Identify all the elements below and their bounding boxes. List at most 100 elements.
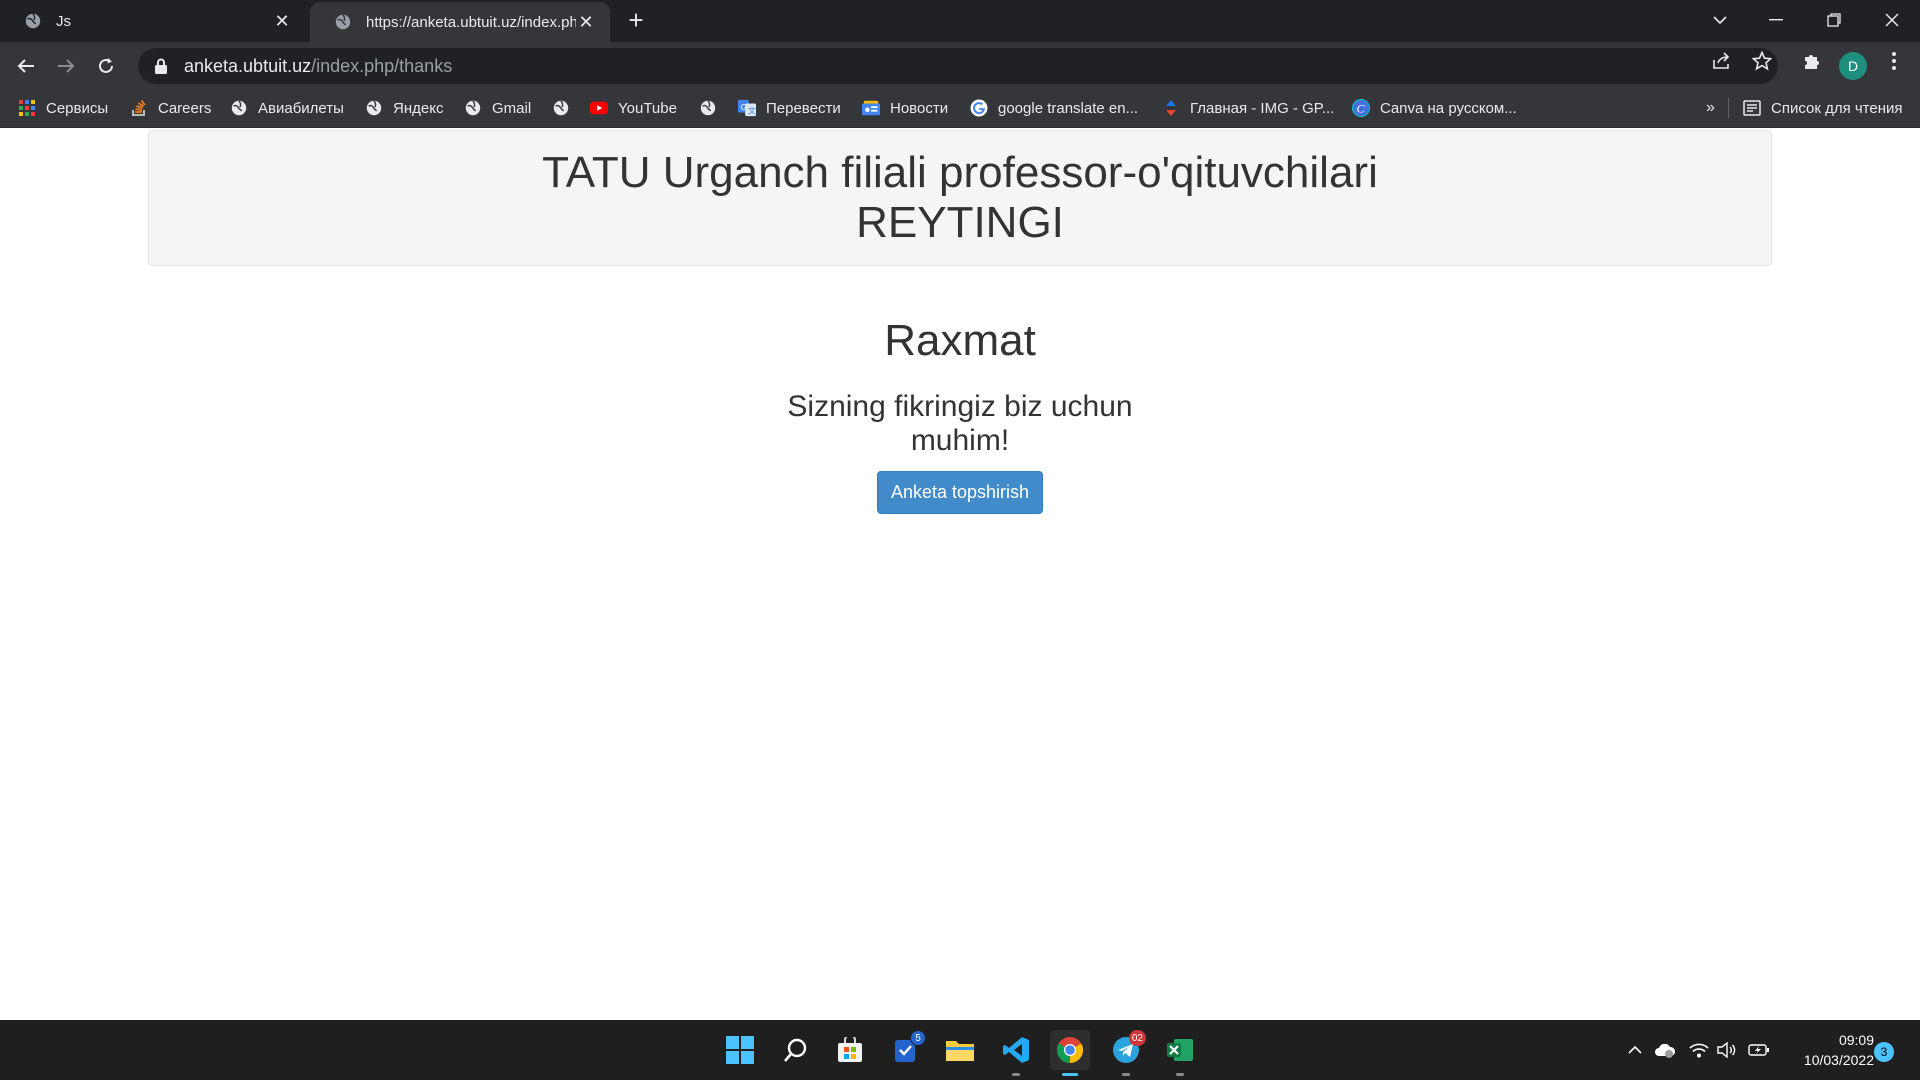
bookmark-label: Canva на русском... bbox=[1380, 99, 1517, 117]
more-menu-icon[interactable] bbox=[1884, 51, 1904, 71]
taskbar-search-button[interactable] bbox=[776, 1030, 816, 1070]
extensions-puzzle-icon[interactable] bbox=[1802, 51, 1822, 71]
battery-icon[interactable] bbox=[1748, 1040, 1770, 1060]
notification-count-badge[interactable]: 3 bbox=[1874, 1042, 1894, 1062]
bookmark-label: Яндекс bbox=[393, 99, 444, 117]
bookmark-novosti[interactable]: Новости bbox=[862, 90, 948, 126]
close-window-button[interactable] bbox=[1864, 0, 1920, 40]
windows-start-icon bbox=[726, 1036, 754, 1064]
google-translate-icon: G文 bbox=[738, 99, 756, 117]
taskbar-telegram[interactable]: 02 bbox=[1106, 1030, 1146, 1076]
new-tab-button[interactable]: + bbox=[622, 5, 650, 35]
thanks-title: Raxmat bbox=[884, 316, 1036, 365]
header-jumbotron: TATU Urganch filiali professor-o'qituvch… bbox=[148, 130, 1772, 266]
thanks-message: Sizning fikringiz biz uchun muhim! bbox=[787, 390, 1133, 457]
bookmark-yandex[interactable]: Яндекс bbox=[365, 90, 443, 126]
close-tab-icon[interactable]: ✕ bbox=[576, 12, 596, 32]
tab-title: Js bbox=[56, 12, 71, 30]
profile-avatar[interactable]: D bbox=[1839, 52, 1867, 80]
globe-icon bbox=[335, 14, 351, 30]
restore-button[interactable] bbox=[1806, 0, 1862, 40]
svg-text:C: C bbox=[1357, 102, 1366, 116]
bookmark-label: YouTube bbox=[618, 99, 677, 117]
running-indicator bbox=[1122, 1073, 1130, 1076]
tray-overflow-chevron-icon[interactable] bbox=[1624, 1040, 1646, 1060]
bookmark-label: Gmail bbox=[492, 99, 532, 117]
taskbar-todo[interactable]: 5 bbox=[886, 1030, 926, 1070]
close-tab-icon[interactable]: ✕ bbox=[272, 11, 292, 31]
header-title-line2: REYTINGI bbox=[856, 198, 1064, 247]
todo-badge: 5 bbox=[910, 1030, 926, 1046]
bookmark-label: google translate en... bbox=[998, 99, 1139, 117]
minimize-button[interactable] bbox=[1748, 0, 1804, 40]
page-content: TATU Urganch filiali professor-o'qituvch… bbox=[0, 128, 1920, 1020]
share-icon[interactable] bbox=[1712, 51, 1732, 71]
taskbar-store[interactable] bbox=[830, 1030, 870, 1070]
wifi-icon[interactable] bbox=[1688, 1040, 1710, 1060]
bookmark-label: Новости bbox=[890, 99, 949, 117]
tab-js[interactable]: Js ✕ bbox=[0, 0, 306, 42]
address-url: anketa.ubtuit.uz/index.php/thanks bbox=[184, 56, 452, 77]
chrome-icon bbox=[1056, 1037, 1084, 1064]
taskbar-vscode[interactable] bbox=[996, 1030, 1036, 1076]
bookmark-label: Сервисы bbox=[46, 99, 109, 117]
address-bar[interactable]: anketa.ubtuit.uz/index.php/thanks bbox=[138, 48, 1778, 84]
lock-icon bbox=[155, 58, 167, 74]
arrows-icon bbox=[1162, 99, 1180, 117]
start-button[interactable] bbox=[720, 1030, 760, 1070]
google-icon bbox=[970, 99, 988, 117]
bookmark-unnamed-1[interactable] bbox=[552, 90, 580, 126]
bookmark-gmail[interactable]: Gmail bbox=[464, 90, 531, 126]
globe-icon bbox=[552, 99, 570, 117]
globe-icon bbox=[25, 13, 41, 29]
google-news-icon bbox=[862, 99, 880, 117]
bookmark-perevesti[interactable]: G文 Перевести bbox=[738, 90, 841, 126]
telegram-badge: 02 bbox=[1128, 1030, 1146, 1046]
taskbar-excel[interactable] bbox=[1160, 1030, 1200, 1076]
submit-survey-button[interactable]: Anketa topshirish bbox=[877, 471, 1043, 514]
bookmark-google-translate[interactable]: google translate en... bbox=[970, 90, 1138, 126]
bookmarks-bar: Сервисы Careers Авиабилеты Яндекс Gmail … bbox=[0, 90, 1920, 128]
clock-time: 09:09 bbox=[1838, 1032, 1874, 1048]
taskbar-file-explorer[interactable] bbox=[940, 1030, 980, 1070]
store-icon bbox=[838, 1037, 862, 1062]
clock-date: 10/03/2022 bbox=[1803, 1052, 1874, 1068]
stackoverflow-icon bbox=[130, 99, 148, 117]
canva-icon: C bbox=[1352, 99, 1370, 117]
running-indicator bbox=[1012, 1073, 1020, 1076]
bookmark-star-icon[interactable] bbox=[1752, 51, 1772, 71]
bookmark-aviabilety[interactable]: Авиабилеты bbox=[230, 90, 344, 126]
bookmark-glavnaya-img[interactable]: Главная - IMG - GP... bbox=[1162, 90, 1334, 126]
globe-icon bbox=[464, 99, 482, 117]
reading-list-label: Список для чтения bbox=[1771, 99, 1903, 117]
windows-taskbar: 5 02 09:09 10/03/2022 3 bbox=[0, 1020, 1920, 1080]
bookmark-careers[interactable]: Careers bbox=[130, 90, 211, 126]
reload-button[interactable] bbox=[92, 52, 120, 80]
onedrive-cloud-icon[interactable] bbox=[1654, 1040, 1676, 1060]
bookmark-label: Авиабилеты bbox=[258, 99, 344, 117]
header-title-line1: TATU Urganch filiali professor-o'qituvch… bbox=[542, 148, 1378, 197]
bookmark-services[interactable]: Сервисы bbox=[18, 90, 108, 126]
tab-anketa[interactable]: https://anketa.ubtuit.uz/index.php ✕ bbox=[310, 2, 610, 42]
bookmark-unnamed-2[interactable] bbox=[699, 90, 727, 126]
tab-title: https://anketa.ubtuit.uz/index.php bbox=[366, 13, 576, 31]
youtube-icon bbox=[590, 99, 608, 117]
bookmark-canva[interactable]: C Canva на русском... bbox=[1352, 90, 1517, 126]
apps-grid-icon bbox=[18, 99, 36, 117]
taskbar-chrome[interactable] bbox=[1050, 1030, 1090, 1076]
url-domain: anketa.ubtuit.uz bbox=[184, 55, 312, 76]
browser-toolbar: anketa.ubtuit.uz/index.php/thanks D bbox=[0, 42, 1920, 90]
reading-list-button[interactable]: Список для чтения bbox=[1743, 90, 1903, 126]
forward-button[interactable] bbox=[52, 52, 80, 80]
bookmarks-overflow-button[interactable]: » bbox=[1706, 90, 1715, 126]
bookmark-youtube[interactable]: YouTube bbox=[590, 90, 677, 126]
svg-text:文: 文 bbox=[748, 105, 756, 115]
globe-icon bbox=[699, 99, 717, 117]
search-icon bbox=[784, 1038, 807, 1062]
back-button[interactable] bbox=[12, 52, 40, 80]
url-path: /index.php/thanks bbox=[311, 55, 453, 76]
tab-search-chevron-icon[interactable] bbox=[1692, 0, 1748, 40]
bookmarks-divider bbox=[1728, 98, 1729, 118]
taskbar-clock[interactable]: 09:09 10/03/2022 bbox=[1784, 1030, 1874, 1070]
volume-icon[interactable] bbox=[1716, 1040, 1738, 1060]
